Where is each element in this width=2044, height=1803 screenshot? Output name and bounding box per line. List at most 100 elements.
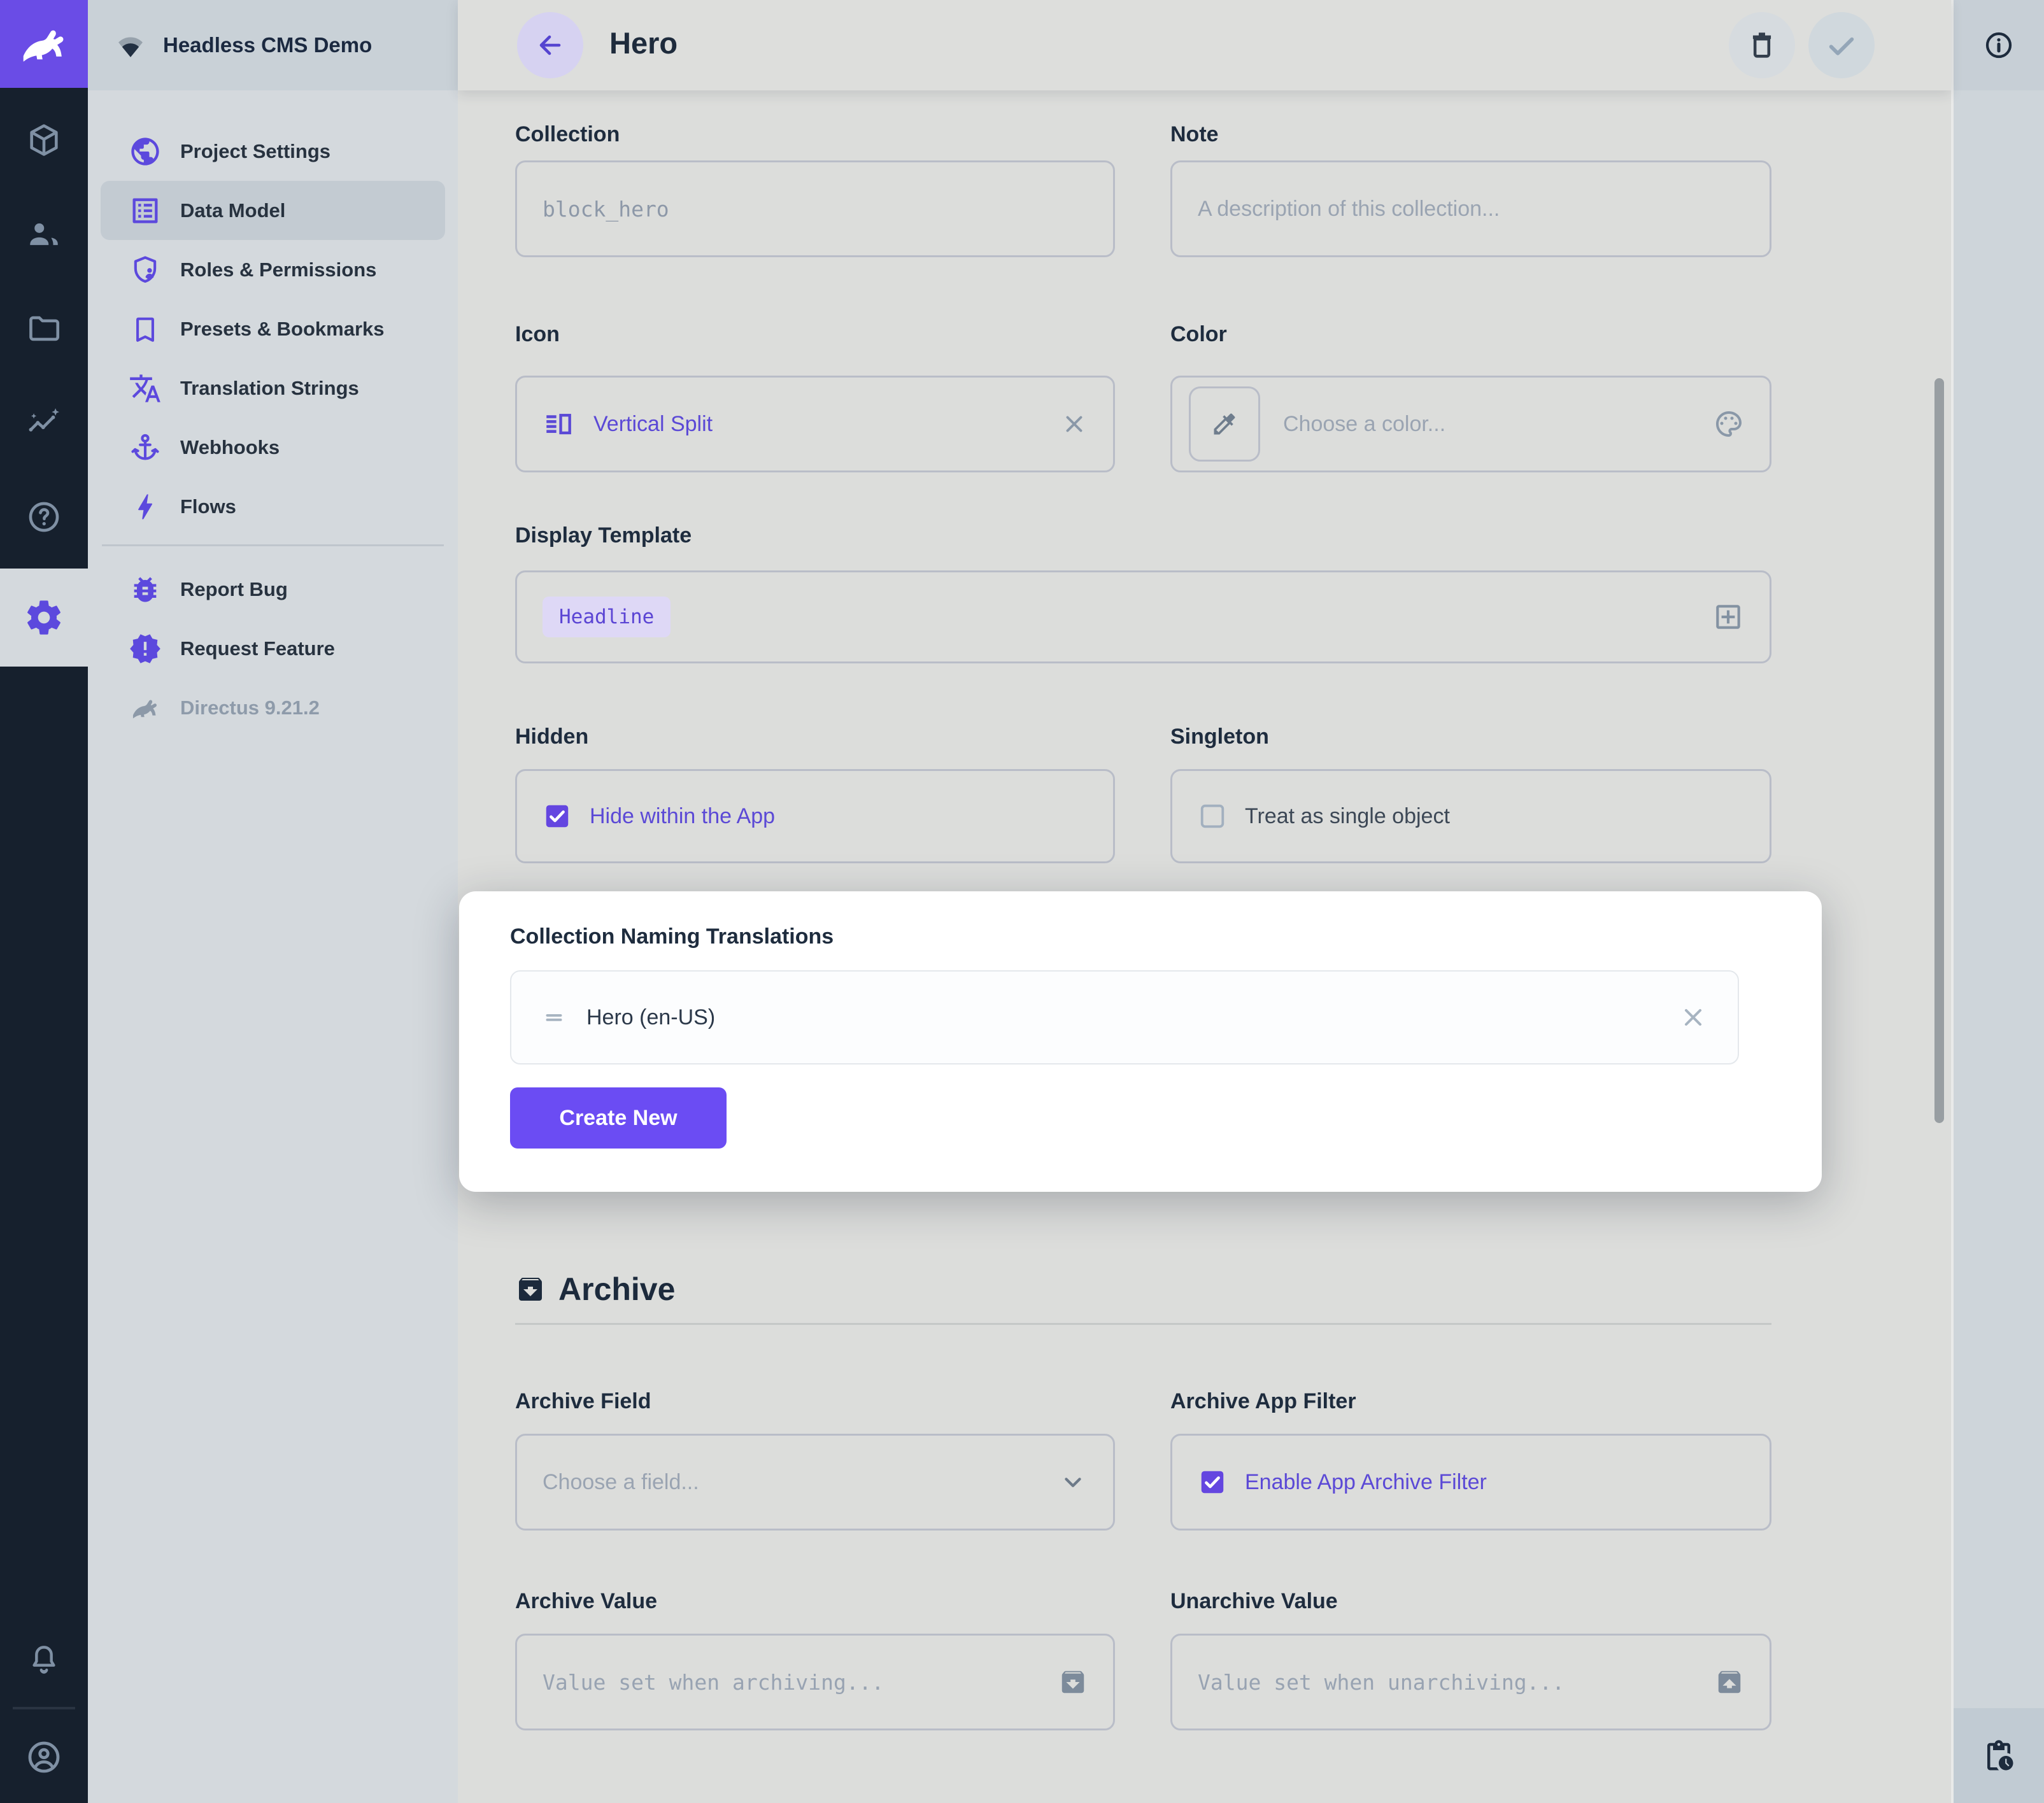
nav-label: Translation Strings <box>180 377 359 400</box>
main-area: Hero Collection Note Icon Color Vertical… <box>458 0 1951 1803</box>
version-label: Directus 9.21.2 <box>180 696 320 719</box>
module-content[interactable] <box>0 108 88 172</box>
bookmark-icon <box>129 313 162 346</box>
back-button[interactable] <box>517 12 583 78</box>
page-title: Hero <box>609 25 678 60</box>
data-model-icon <box>129 194 162 227</box>
globe-icon <box>129 135 162 168</box>
unarchive-up-icon <box>1715 1667 1744 1697</box>
color-input-box[interactable]: Choose a color... <box>1170 376 1771 472</box>
display-template-input[interactable]: Headline <box>515 570 1771 663</box>
module-insights[interactable] <box>0 391 88 455</box>
close-icon <box>1061 411 1088 437</box>
project-header[interactable]: Headless CMS Demo <box>88 0 458 90</box>
arrow-left-icon <box>535 30 565 60</box>
create-new-button[interactable]: Create New <box>510 1087 727 1149</box>
note-input[interactable] <box>1198 197 1744 222</box>
archive-field-select[interactable]: Choose a field... <box>515 1434 1115 1531</box>
drag-handle-icon[interactable] <box>539 1003 569 1032</box>
nav-item-data-model[interactable]: Data Model <box>88 181 458 240</box>
insights-icon <box>25 404 62 441</box>
hidden-checkbox-row[interactable]: Hide within the App <box>515 769 1115 863</box>
checkbox-blank-icon <box>1198 802 1227 831</box>
help-icon <box>25 498 62 535</box>
clear-icon-button[interactable] <box>1061 411 1088 437</box>
revisions-sidebar-toggle[interactable] <box>1954 1708 2044 1803</box>
shield-person-icon <box>129 253 162 286</box>
nav-label: Project Settings <box>180 140 330 163</box>
icon-field-label: Icon <box>515 322 1115 347</box>
archive-section-heading: Archive <box>515 1271 675 1308</box>
user-circle-icon <box>25 1738 63 1776</box>
clipboard-clock-icon <box>1982 1739 2016 1773</box>
icon-select[interactable]: Vertical Split <box>515 376 1115 472</box>
nav-item-translation-strings[interactable]: Translation Strings <box>88 358 458 418</box>
archive-field-label: Archive Field <box>515 1389 1115 1414</box>
notifications-button[interactable] <box>0 1628 88 1692</box>
archive-heading-text: Archive <box>558 1271 675 1308</box>
anchor-icon <box>129 431 162 464</box>
note-field-label: Note <box>1170 122 1771 147</box>
eyedropper-icon <box>1210 410 1238 438</box>
nav-label: Roles & Permissions <box>180 258 376 281</box>
check-icon <box>1824 27 1859 63</box>
nav-item-project-settings[interactable]: Project Settings <box>88 122 458 181</box>
cube-icon <box>25 122 62 159</box>
nav-item-report-bug[interactable]: Report Bug <box>88 560 458 619</box>
info-sidebar-toggle[interactable] <box>1954 0 2044 90</box>
bell-icon <box>26 1642 62 1678</box>
nav-item-roles-permissions[interactable]: Roles & Permissions <box>88 240 458 299</box>
collection-input[interactable] <box>543 197 1088 222</box>
collection-naming-translations-panel: Collection Naming Translations Hero (en-… <box>459 891 1822 1192</box>
nav-label: Request Feature <box>180 637 335 660</box>
nav-item-webhooks[interactable]: Webhooks <box>88 418 458 477</box>
unarchive-value-input[interactable] <box>1198 1670 1715 1695</box>
remove-translation-button[interactable] <box>1679 1003 1707 1031</box>
project-name: Headless CMS Demo <box>163 33 372 57</box>
save-button[interactable] <box>1808 12 1875 78</box>
chevron-down-icon <box>1058 1467 1088 1497</box>
module-users[interactable] <box>0 202 88 266</box>
users-icon <box>25 216 62 253</box>
directus-logo[interactable] <box>0 0 88 88</box>
checkbox-checked-icon <box>1198 1467 1227 1497</box>
vertical-scrollbar[interactable] <box>1934 378 1944 1123</box>
nav-item-version: Directus 9.21.2 <box>88 678 458 737</box>
eyedropper-button[interactable] <box>1189 386 1260 462</box>
checkbox-checked-icon <box>543 802 572 831</box>
hidden-field-label: Hidden <box>515 725 1115 749</box>
archive-value-input[interactable] <box>543 1670 1058 1695</box>
translation-list-item[interactable]: Hero (en-US) <box>510 970 1739 1064</box>
archive-app-filter-label: Archive App Filter <box>1170 1389 1771 1414</box>
trash-icon <box>1745 29 1778 62</box>
module-files[interactable] <box>0 297 88 360</box>
gear-icon <box>24 597 64 638</box>
vertical-split-icon <box>543 408 574 440</box>
nav-item-flows[interactable]: Flows <box>88 477 458 536</box>
close-icon <box>1679 1003 1707 1031</box>
add-template-field-button[interactable] <box>1712 601 1744 633</box>
new-releases-icon <box>129 632 162 665</box>
palette-button[interactable] <box>1714 409 1744 439</box>
delete-collection-button[interactable] <box>1729 12 1795 78</box>
singleton-checkbox-row[interactable]: Treat as single object <box>1170 769 1771 863</box>
settings-nav-sidebar: Headless CMS Demo Project Settings Data … <box>88 0 458 1803</box>
archive-filter-checkbox-label: Enable App Archive Filter <box>1245 1470 1487 1495</box>
translate-icon <box>129 372 162 405</box>
directus-version-rabbit-icon <box>129 691 162 725</box>
nav-item-request-feature[interactable]: Request Feature <box>88 619 458 678</box>
nav-label: Presets & Bookmarks <box>180 318 385 341</box>
info-icon <box>1984 30 2014 60</box>
archive-app-filter-row[interactable]: Enable App Archive Filter <box>1170 1434 1771 1531</box>
module-settings[interactable] <box>0 569 88 667</box>
collection-field-label: Collection <box>515 122 1115 147</box>
folder-icon <box>25 310 62 347</box>
template-chip-headline[interactable]: Headline <box>543 597 671 637</box>
user-avatar[interactable] <box>0 1725 88 1789</box>
directus-settings-screen: Headless CMS Demo Project Settings Data … <box>0 0 2044 1803</box>
nav-item-presets-bookmarks[interactable]: Presets & Bookmarks <box>88 299 458 358</box>
bolt-icon <box>129 490 162 523</box>
right-sidebar-strip <box>1951 0 2044 1803</box>
archive-field-placeholder: Choose a field... <box>543 1470 699 1495</box>
module-help[interactable] <box>0 485 88 549</box>
